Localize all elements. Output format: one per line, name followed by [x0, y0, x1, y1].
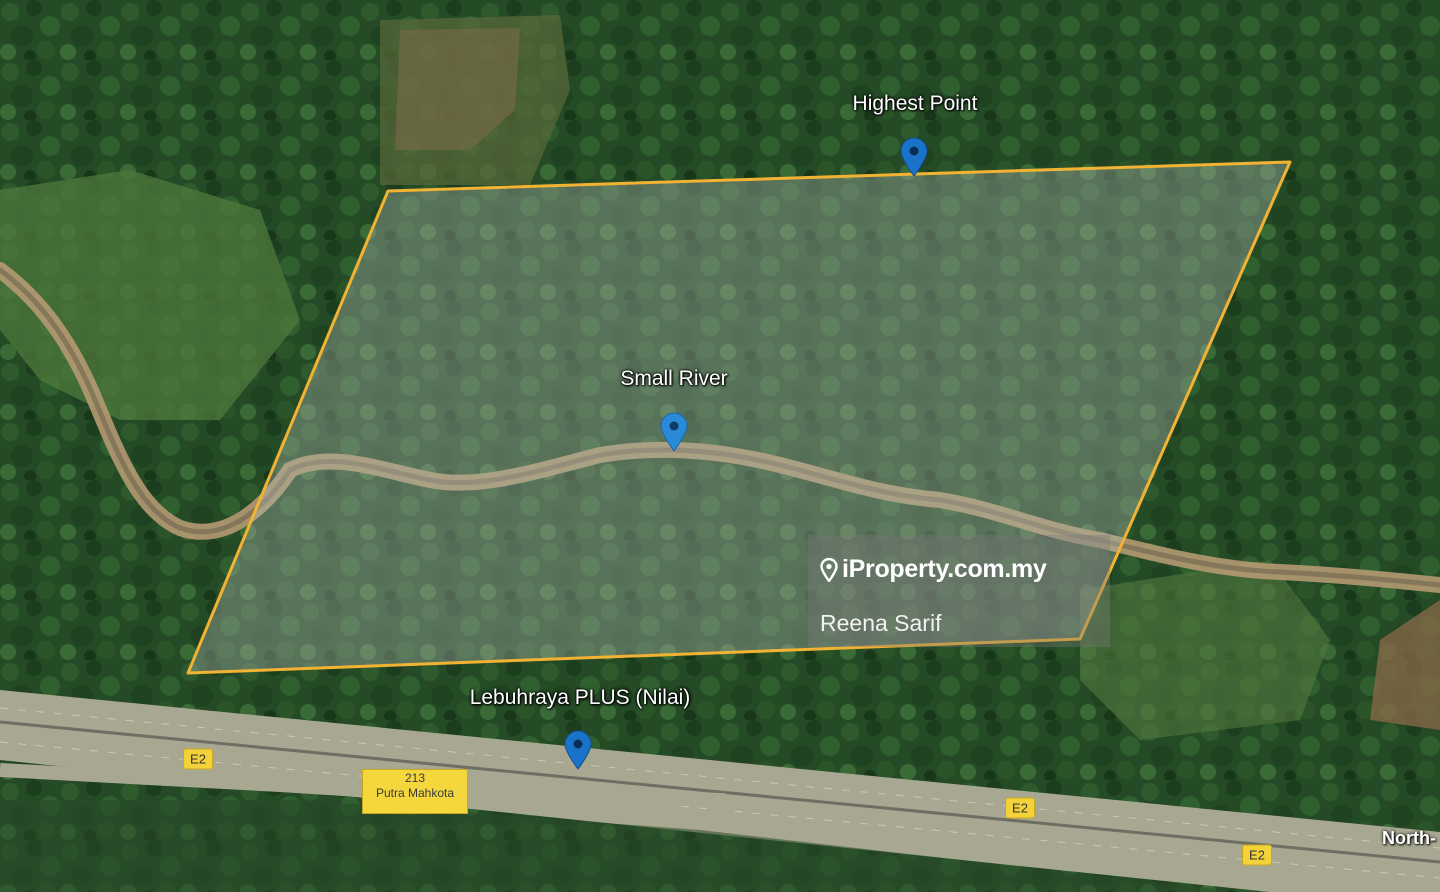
- exit-number: 213: [404, 771, 426, 785]
- highest-point-marker-icon[interactable]: [899, 137, 929, 177]
- watermark-brand: iProperty.com.my: [820, 555, 1047, 584]
- location-pin-icon: [820, 557, 838, 582]
- small-river-label: Small River: [620, 367, 728, 390]
- satellite-map[interactable]: [0, 0, 1440, 892]
- e2-shield-1: E2: [183, 748, 213, 770]
- lebuhraya-plus-label: Lebuhraya PLUS (Nilai): [469, 686, 691, 709]
- watermark-author: Reena Sarif: [820, 610, 942, 636]
- watermark: iProperty.com.my Reena Sarif: [808, 535, 1110, 647]
- e2-shield-2: E2: [1005, 797, 1035, 819]
- highest-point-label: Highest Point: [852, 92, 978, 115]
- e2-shield-3: E2: [1242, 844, 1272, 866]
- small-river-marker-icon[interactable]: [659, 412, 689, 452]
- brand-text: iProperty.com.my: [842, 555, 1047, 583]
- exit-sign: 213 Putra Mahkota: [362, 769, 468, 814]
- road-name-label: North-: [1382, 828, 1436, 848]
- lebuhraya-plus-marker-icon[interactable]: [563, 730, 593, 770]
- exit-name: Putra Mahkota: [375, 786, 455, 800]
